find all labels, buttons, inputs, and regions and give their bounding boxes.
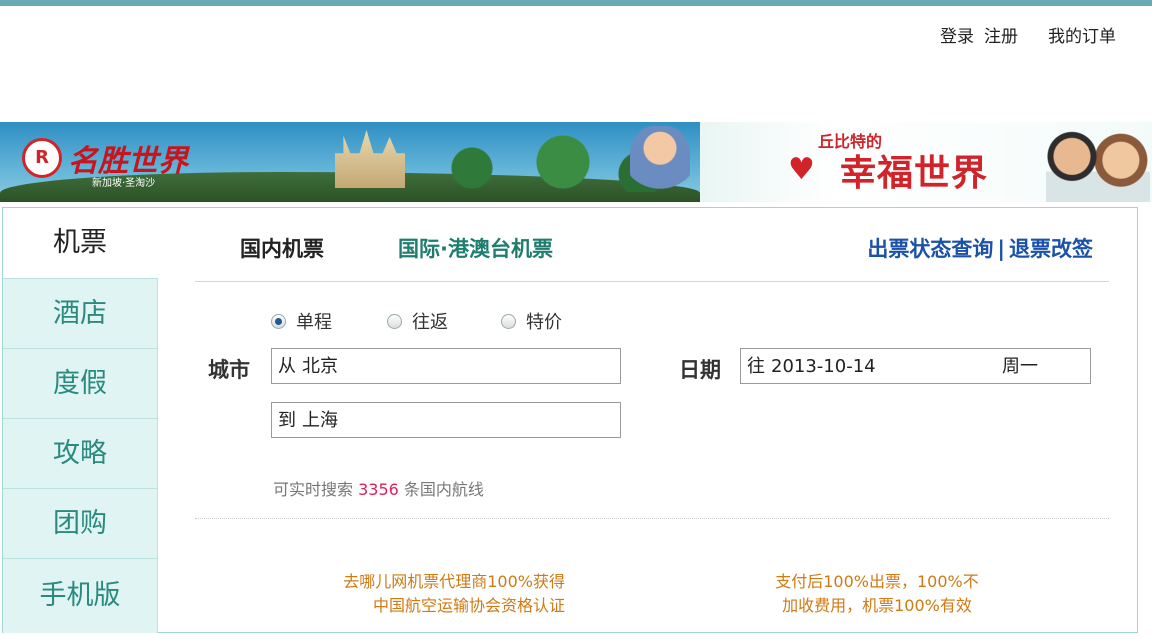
register-link[interactable]: 注册 (984, 27, 1018, 47)
dotted-divider (195, 518, 1109, 519)
tab-divider (195, 281, 1109, 282)
refund-change-link[interactable]: 退票改签 (1009, 237, 1093, 261)
cupid-icon: ♥ (788, 152, 815, 187)
to-prefix: 到 (278, 410, 296, 431)
agent-note-line1: 去哪儿网机票代理商100%获得 (343, 572, 565, 591)
guarantee-note-line2: 加收费用，机票100%有效 (782, 596, 972, 615)
ticket-service-links: 出票状态查询 | 退票改签 (867, 233, 1093, 263)
ticket-guarantee-note: 支付后100%出票，100%不 加收费用，机票100%有效 (743, 570, 1011, 618)
top-accent-line (0, 0, 1152, 6)
banner-couple-image (1046, 126, 1150, 202)
radio-one-way-label: 单程 (296, 312, 332, 333)
link-separator: | (997, 237, 1005, 261)
category-sidebar: 机票 酒店 度假 攻略 团购 手机版 (3, 208, 158, 633)
from-prefix: 从 (278, 356, 296, 377)
agent-certification-note: 去哪儿网机票代理商100%获得 中国航空运输协会资格认证 (303, 570, 565, 618)
radio-round-trip-label: 往返 (412, 312, 448, 333)
sidebar-item-guides[interactable]: 攻略 (3, 418, 158, 488)
resort-logo-subtitle: 新加坡·圣淘沙 (92, 178, 156, 189)
depart-date-value: 2013-10-14 (771, 356, 876, 377)
radio-one-way[interactable]: 单程 (271, 308, 332, 334)
login-link[interactable]: 登录 (940, 27, 974, 47)
promo-banner[interactable]: R 名胜世界 新加坡·圣淘沙 ♥ 丘比特的 幸福世界 (0, 122, 1152, 202)
date-prefix: 往 (747, 356, 765, 377)
depart-date-input[interactable]: 往 2013-10-14 周一 (740, 348, 1091, 384)
sidebar-item-hotels[interactable]: 酒店 (3, 278, 158, 348)
radio-unchecked-icon (501, 314, 516, 329)
route-count-prefix: 可实时搜索 (273, 480, 354, 499)
tab-international-flights[interactable]: 国际·港澳台机票 (398, 233, 553, 263)
sidebar-item-vacations[interactable]: 度假 (3, 348, 158, 418)
radio-unchecked-icon (387, 314, 402, 329)
tab-domestic-flights[interactable]: 国内机票 (240, 233, 324, 263)
route-count-number: 3356 (358, 480, 399, 499)
resort-logo-icon: R (22, 138, 62, 178)
to-city-input[interactable]: 到上海 (271, 402, 621, 438)
banner-child-image (630, 126, 690, 200)
radio-special-price[interactable]: 特价 (501, 308, 562, 334)
sidebar-item-mobile[interactable]: 手机版 (3, 558, 158, 633)
route-count-info: 可实时搜索 3356 条国内航线 (273, 476, 484, 500)
search-panel: 机票 酒店 度假 攻略 团购 手机版 国内机票 国际·港澳台机票 出票状态查询 |… (2, 207, 1138, 633)
top-user-links: 登录 注册 我的订单 (940, 22, 1116, 47)
ticket-status-link[interactable]: 出票状态查询 (867, 237, 993, 261)
to-city-value: 上海 (302, 410, 338, 431)
weekday-text: 周一 (1002, 356, 1038, 377)
route-count-suffix: 条国内航线 (403, 480, 484, 499)
sidebar-item-flights[interactable]: 机票 (3, 208, 157, 277)
my-orders-link[interactable]: 我的订单 (1048, 27, 1116, 47)
from-city-value: 北京 (302, 356, 338, 377)
radio-checked-icon (271, 314, 286, 329)
agent-note-line2: 中国航空运输协会资格认证 (372, 596, 565, 615)
date-label: 日期 (679, 358, 721, 382)
guarantee-note-line1: 支付后100%出票，100%不 (775, 572, 979, 591)
city-label: 城市 (208, 358, 250, 382)
radio-special-price-label: 特价 (526, 312, 562, 333)
promo-title-big: 幸福世界 (840, 152, 989, 194)
radio-round-trip[interactable]: 往返 (387, 308, 448, 334)
from-city-input[interactable]: 从北京 (271, 348, 621, 384)
sidebar-item-group-buy[interactable]: 团购 (3, 488, 158, 558)
